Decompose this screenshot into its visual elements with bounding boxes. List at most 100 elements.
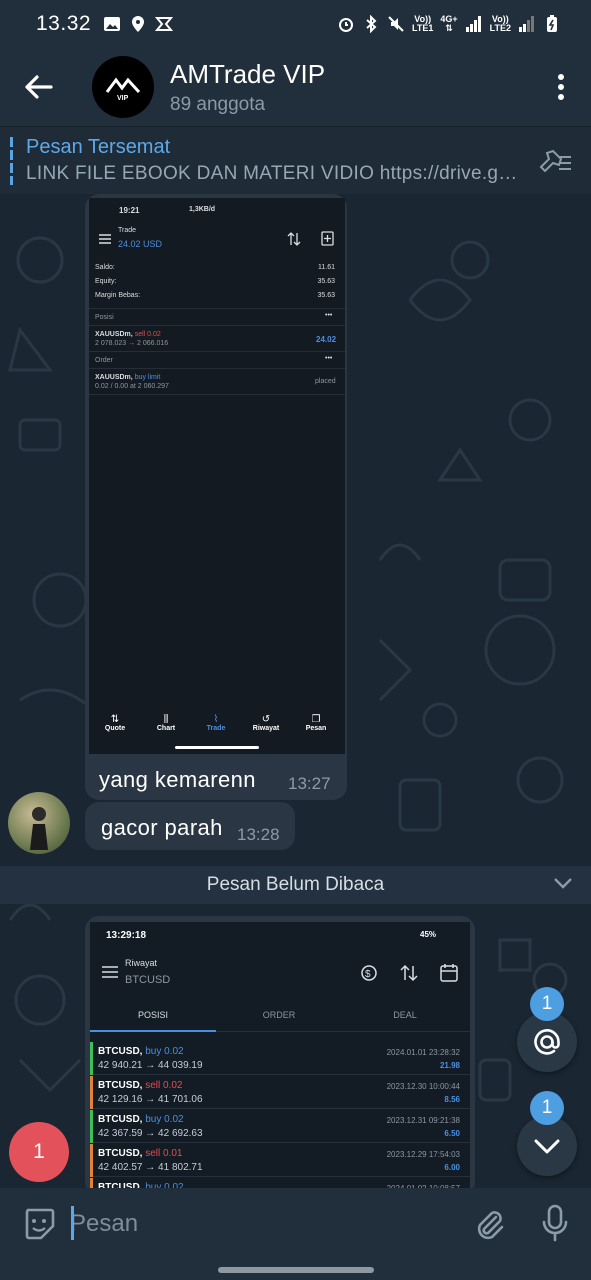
- deal-date: 2024.01.01 23:28:32: [386, 1048, 460, 1057]
- svg-text:VIP: VIP: [117, 95, 129, 102]
- system-nav-bar: [0, 1260, 591, 1280]
- at-sign-icon: [534, 1029, 560, 1055]
- signal-2-icon: [519, 16, 534, 32]
- chevron-down-icon: [534, 1139, 560, 1154]
- back-button[interactable]: [0, 48, 78, 126]
- network-2-label: Vo)) LTE2: [489, 14, 511, 33]
- shot2-currency-icon: $: [361, 965, 377, 981]
- home-gesture-pill[interactable]: [218, 1267, 374, 1273]
- person-photo-icon: [30, 807, 48, 850]
- signal-1-icon: [465, 16, 481, 32]
- shot2-calendar-icon: [440, 964, 458, 982]
- shot2-tab-indicator: [90, 1030, 216, 1032]
- member-count: 89 anggota: [170, 93, 266, 115]
- shot1-title: Trade: [118, 227, 137, 234]
- shot2-menu-icon: [102, 966, 118, 978]
- sender-avatar[interactable]: [8, 792, 70, 854]
- status-time: 13.32: [36, 12, 92, 35]
- more-menu-button[interactable]: [531, 48, 591, 126]
- mentions-button[interactable]: [517, 1012, 577, 1072]
- deal-date: 2023.12.31 09:21:38: [386, 1116, 460, 1125]
- deal-profit: 6.00: [444, 1163, 460, 1172]
- deal-profit: 21.98: [439, 1061, 460, 1070]
- group-avatar[interactable]: VIP: [92, 56, 154, 118]
- message-input[interactable]: [70, 1204, 450, 1244]
- scroll-down-button[interactable]: [517, 1116, 577, 1176]
- sticker-emoji-icon[interactable]: [22, 1207, 56, 1241]
- deal-side-bar: [90, 1042, 93, 1075]
- shot1-tab-chart: ⫼ Chart: [153, 714, 179, 732]
- shot1-tab-messages: ❐ Pesan: [301, 714, 331, 732]
- message-time: 13:28: [237, 825, 280, 844]
- status-left-icons: [103, 15, 174, 33]
- deal-date: 2023.12.29 17:54:03: [386, 1150, 460, 1159]
- message-time: 13:27: [288, 774, 331, 793]
- gallery-icon: [104, 17, 121, 31]
- shot1-bottom-nav: ⇅ Quote ⫼ Chart ⌇ Trade ↺ Riwayat ❐ Pesan: [89, 708, 345, 754]
- shot1-tab-history: ↺ Riwayat: [249, 714, 283, 732]
- chat-title-block[interactable]: AMTrade VIP 89 anggota: [170, 59, 325, 116]
- deal-title: BTCUSD, sell 0.02: [98, 1080, 183, 1091]
- message-composer: [0, 1188, 591, 1260]
- more-vertical-icon: [558, 74, 564, 100]
- quote-icon: ⇅: [110, 714, 120, 725]
- shot1-order-state: placed: [315, 378, 336, 385]
- deal-side-bar: [90, 1076, 93, 1109]
- mute-icon: [388, 16, 404, 32]
- microphone-icon[interactable]: [540, 1204, 570, 1242]
- divider: [89, 325, 345, 326]
- unread-divider: Pesan Belum Dibaca: [0, 866, 591, 904]
- unread-count-button[interactable]: 1: [9, 1122, 69, 1182]
- shot2-deal-row: BTCUSD, buy 0.02 42 367.59 → 42 692.63 202…: [90, 1110, 470, 1143]
- shot2-symbol: BTCUSD: [125, 974, 171, 986]
- trade-icon: ⌇: [213, 714, 219, 725]
- pinned-indicator: [10, 137, 13, 185]
- chat-title: AMTrade VIP: [170, 58, 326, 89]
- deal-date: 2023.12.30 10:00:44: [386, 1082, 460, 1091]
- shot1-positions-more-icon: •••: [325, 312, 333, 319]
- shot1-orders-more-icon: •••: [325, 355, 333, 362]
- shot1-status-right: 1,3KB/d: [189, 206, 216, 213]
- shot1-tab-quote: ⇅ Quote: [104, 714, 126, 732]
- pinned-message-bar[interactable]: Pesan Tersemat LINK FILE EBOOK DAN MATER…: [0, 126, 591, 194]
- shot2-tab-orders: ORDER: [262, 1010, 296, 1020]
- divider: [89, 368, 345, 369]
- history-screenshot[interactable]: 13:29:18 45% Riwayat BTCUSD $ POSISI ORD…: [90, 922, 470, 1211]
- shot2-sort-icon: [400, 964, 418, 982]
- app-notification-icon: [155, 17, 174, 31]
- alarm-icon: [339, 18, 354, 32]
- paperclip-icon[interactable]: [472, 1207, 506, 1241]
- shot1-order-detail: 0.02 / 0.00 at 2 060.297: [95, 383, 169, 390]
- message-text: gacor parah: [101, 815, 223, 840]
- bluetooth-icon: [366, 15, 377, 33]
- pinned-list-icon[interactable]: [537, 147, 573, 175]
- shot1-tab-trade: ⌇ Trade: [203, 714, 229, 732]
- shot1-summary-row: Margin Bebas: 35.63: [95, 292, 335, 299]
- amtrade-logo-icon: VIP: [105, 77, 141, 102]
- deal-prices: 42 402.57 → 41 802.71: [98, 1162, 203, 1173]
- shot1-home-indicator: [175, 746, 259, 749]
- svg-text:$: $: [365, 969, 371, 980]
- deal-profit: 6.50: [444, 1129, 460, 1138]
- deal-prices: 42 940.21 → 44 039.19: [98, 1060, 203, 1071]
- shot1-positions-label: Posisi: [95, 314, 114, 321]
- battery-charging-icon: [547, 15, 557, 32]
- deal-prices: 42 129.16 → 41 701.06: [98, 1094, 203, 1105]
- shot1-new-order-icon: [321, 231, 334, 246]
- shot2-battery: 45%: [420, 930, 437, 939]
- deal-side-bar: [90, 1110, 93, 1143]
- arrow-left-icon: [25, 75, 53, 99]
- shot1-summary-row: Saldo: 11.61: [95, 264, 335, 271]
- divider: [89, 351, 345, 352]
- text-cursor: [71, 1206, 74, 1240]
- deal-profit: 8.56: [444, 1095, 460, 1104]
- shot1-menu-icon: [99, 234, 111, 244]
- message-caption: yang kemarenn: [99, 767, 256, 792]
- shot2-tab-deals: DEAL: [393, 1010, 417, 1020]
- shot2-deal-row: BTCUSD, sell 0.02 42 129.16 → 41 701.06 20…: [90, 1076, 470, 1109]
- trade-screenshot[interactable]: 19:21 1,3KB/d Trade 24.02 USD Saldo: 11.6…: [89, 198, 345, 754]
- divider: [89, 308, 345, 309]
- location-icon: [132, 16, 145, 32]
- deal-title: BTCUSD, buy 0.02: [98, 1114, 184, 1125]
- unread-count: 1: [33, 1140, 45, 1163]
